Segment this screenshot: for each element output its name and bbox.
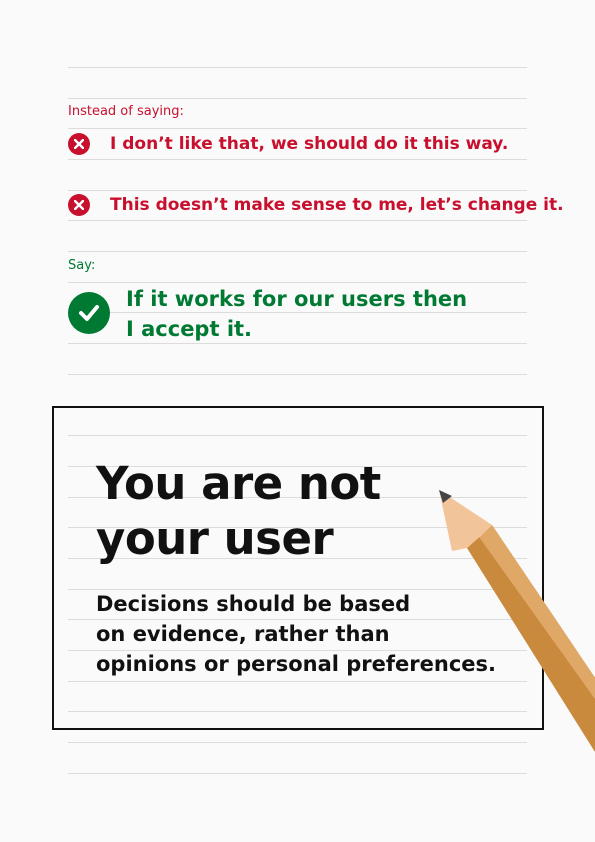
pencil-icon [439, 490, 595, 752]
pencil-body [467, 525, 595, 752]
poster: Instead of saying: I don’t like that, we… [0, 0, 595, 842]
